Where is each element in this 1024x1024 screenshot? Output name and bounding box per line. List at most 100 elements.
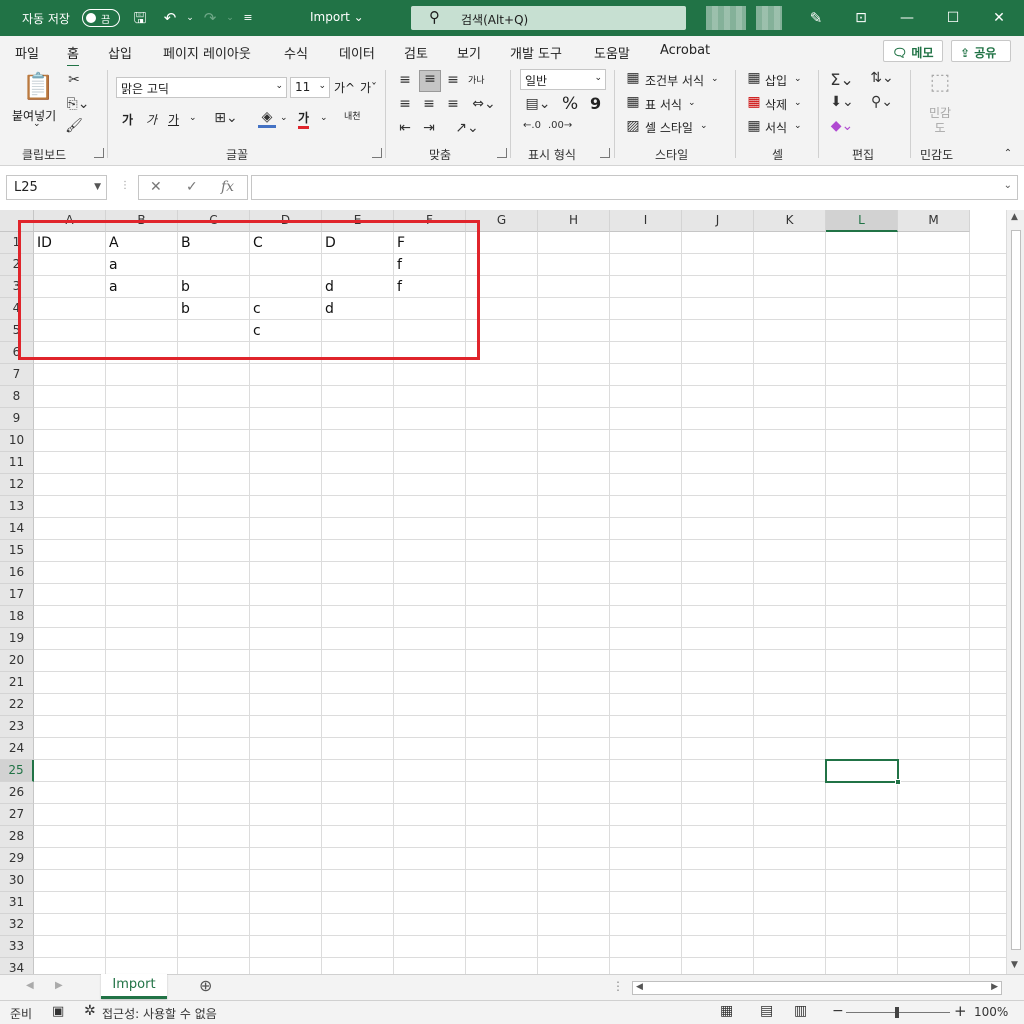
row-header-7[interactable]: 7 (0, 364, 34, 386)
bold-button[interactable]: 가 (122, 111, 133, 128)
row-header-34[interactable]: 34 (0, 958, 34, 974)
fill-color-icon[interactable]: ◈ (258, 109, 276, 128)
row-header-32[interactable]: 32 (0, 914, 34, 936)
formula-input[interactable]: ⌄ (251, 175, 1018, 200)
zoom-slider-thumb[interactable] (895, 1007, 899, 1018)
cut-icon[interactable]: ✂ (64, 72, 84, 88)
tab-page-layout[interactable]: 페이지 레이아웃 (163, 43, 251, 62)
align-left-icon[interactable]: ≡ (396, 96, 414, 112)
save-icon[interactable]: 🖫 (130, 8, 150, 28)
tab-data[interactable]: 데이터 (339, 43, 375, 62)
delete-cells-button[interactable]: 삭제 (765, 96, 787, 113)
font-name-select[interactable]: 맑은 고딕 ⌄ (116, 77, 287, 98)
scroll-left-icon[interactable]: ◀ (636, 982, 643, 992)
align-top-icon[interactable]: ≡ (396, 72, 414, 88)
tab-acrobat[interactable]: Acrobat (660, 43, 710, 58)
cell-styles-icon[interactable]: ▨ (624, 118, 642, 134)
sensitivity-button[interactable]: 민감도 (926, 106, 954, 136)
wrap-text-button[interactable]: 가나 (468, 73, 485, 86)
grow-font-button[interactable]: 가^ (334, 79, 355, 96)
align-center-icon[interactable]: ≡ (420, 96, 438, 112)
scroll-up-icon[interactable]: ▲ (1011, 212, 1018, 222)
prev-sheet-icon[interactable]: ◀ (26, 980, 34, 991)
zoom-out-icon[interactable]: − (832, 1003, 844, 1019)
horizontal-scrollbar[interactable]: ◀ ▶ (632, 981, 1002, 995)
alignment-launcher-icon[interactable] (497, 148, 507, 158)
row-header-27[interactable]: 27 (0, 804, 34, 826)
row-header-31[interactable]: 31 (0, 892, 34, 914)
comments-button[interactable]: 🗨 메모 (883, 40, 943, 62)
row-header-30[interactable]: 30 (0, 870, 34, 892)
percent-button[interactable]: % (562, 94, 578, 114)
name-box[interactable]: L25 ▼ (6, 175, 107, 200)
align-bottom-icon[interactable]: ≡ (444, 72, 462, 88)
vertical-scrollbar[interactable]: ▲ ▼ (1006, 210, 1024, 974)
fill-icon[interactable]: ⬇⌄ (828, 94, 856, 110)
phonetic-button[interactable]: 내천 (344, 109, 361, 122)
column-header-l[interactable]: L (826, 210, 898, 232)
normal-view-icon[interactable]: ▦ (720, 1003, 733, 1019)
tab-view[interactable]: 보기 (457, 43, 481, 62)
cell-styles-button[interactable]: 셀 스타일 (645, 119, 693, 136)
document-title[interactable]: Import ⌄ (310, 10, 364, 24)
row-header-29[interactable]: 29 (0, 848, 34, 870)
increase-decimal-icon[interactable]: ←.0 (522, 120, 542, 131)
merge-center-icon[interactable]: ⇔⌄ (467, 96, 501, 112)
format-as-table-icon[interactable]: ▦ (624, 94, 642, 110)
vertical-scroll-thumb[interactable] (1011, 230, 1021, 950)
ribbon-display-icon[interactable]: ⊡ (838, 0, 884, 36)
row-header-33[interactable]: 33 (0, 936, 34, 958)
tab-home[interactable]: 홈 (67, 43, 79, 67)
page-layout-view-icon[interactable]: ▤ (760, 1003, 773, 1019)
clipboard-launcher-icon[interactable] (94, 148, 104, 158)
font-color-dropdown-icon[interactable]: ⌄ (320, 113, 328, 123)
fill-color-dropdown-icon[interactable]: ⌄ (280, 113, 288, 123)
row-header-18[interactable]: 18 (0, 606, 34, 628)
undo-dropdown-icon[interactable]: ⌄ (180, 8, 200, 28)
maximize-button[interactable]: ☐ (930, 0, 976, 36)
insert-function-icon[interactable]: fx (221, 179, 234, 195)
tab-insert[interactable]: 삽입 (108, 43, 132, 62)
minimize-button[interactable]: — (884, 0, 930, 36)
orientation-icon[interactable]: ↗⌄ (452, 120, 482, 136)
font-launcher-icon[interactable] (372, 148, 382, 158)
row-header-19[interactable]: 19 (0, 628, 34, 650)
font-size-select[interactable]: 11 ⌄ (290, 77, 330, 98)
row-header-8[interactable]: 8 (0, 386, 34, 408)
format-as-table-button[interactable]: 표 서식 (645, 96, 682, 113)
insert-cells-button[interactable]: 삽입 (765, 72, 787, 89)
row-header-28[interactable]: 28 (0, 826, 34, 848)
row-header-12[interactable]: 12 (0, 474, 34, 496)
insert-cells-icon[interactable]: ▦ (745, 70, 763, 86)
active-cell-outline[interactable] (825, 759, 899, 783)
comma-style-button[interactable]: 9 (590, 94, 601, 113)
row-header-23[interactable]: 23 (0, 716, 34, 738)
redo-dropdown-icon[interactable]: ⌄ (220, 8, 240, 28)
align-middle-icon[interactable]: ≡ (419, 70, 441, 92)
tab-file[interactable]: 파일 (15, 43, 39, 62)
column-header-m[interactable]: M (898, 210, 970, 232)
row-header-17[interactable]: 17 (0, 584, 34, 606)
macro-record-icon[interactable]: ▣ (52, 1004, 64, 1019)
sort-filter-icon[interactable]: ⇅⌄ (866, 70, 898, 86)
zoom-level[interactable]: 100% (974, 1005, 1008, 1019)
row-header-16[interactable]: 16 (0, 562, 34, 584)
tab-formulas[interactable]: 수식 (284, 43, 308, 62)
undo-icon[interactable]: ↶ (160, 8, 180, 28)
find-select-icon[interactable]: ⚲⌄ (866, 94, 898, 110)
scroll-down-icon[interactable]: ▼ (1011, 960, 1018, 970)
fill-handle[interactable] (895, 779, 901, 785)
paste-dropdown-icon[interactable]: ⌄ (33, 119, 41, 129)
decrease-decimal-icon[interactable]: .00→ (548, 120, 572, 131)
row-header-20[interactable]: 20 (0, 650, 34, 672)
pen-icon[interactable]: ✎ (806, 8, 826, 28)
accessibility-status[interactable]: 접근성: 사용할 수 없음 (102, 1005, 217, 1022)
font-color-button[interactable]: 가 (298, 109, 310, 129)
format-painter-icon[interactable]: 🖌 (64, 118, 84, 134)
format-cells-button[interactable]: 서식 (765, 119, 787, 136)
page-break-view-icon[interactable]: ▥ (794, 1003, 807, 1019)
share-button[interactable]: ⇪ 공유 (951, 40, 1011, 62)
row-header-14[interactable]: 14 (0, 518, 34, 540)
scroll-right-icon[interactable]: ▶ (991, 982, 998, 992)
accessibility-icon[interactable]: ✲ (84, 1003, 96, 1019)
